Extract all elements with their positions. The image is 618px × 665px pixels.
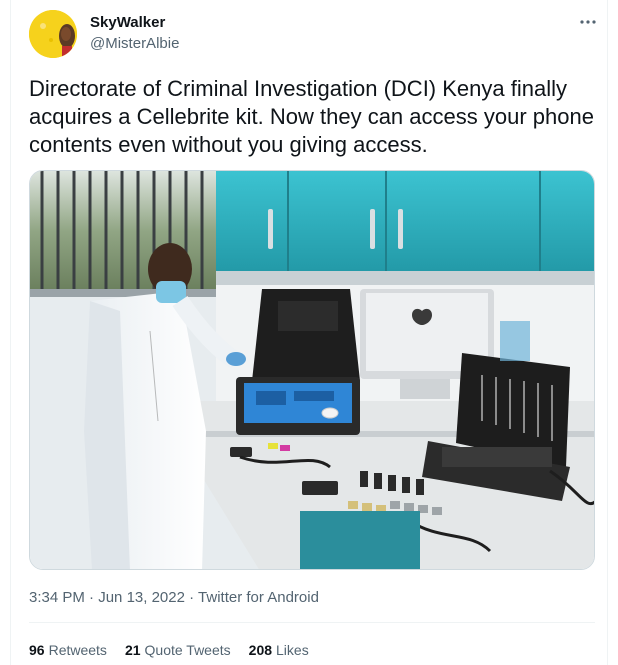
tweet-card: SkyWalker @MisterAlbie Directorate of Cr…: [10, 0, 608, 665]
retweets-stat[interactable]: 96 Retweets: [29, 642, 107, 658]
retweets-count: 96: [29, 642, 45, 658]
tweet-timestamp-line: 3:34 PM · Jun 13, 2022 · Twitter for And…: [29, 589, 319, 606]
avatar[interactable]: [29, 10, 77, 58]
likes-count: 208: [248, 642, 273, 658]
author-display-name[interactable]: SkyWalker: [90, 14, 165, 31]
tweet-source[interactable]: Twitter for Android: [198, 589, 319, 606]
more-horizontal-icon[interactable]: [577, 11, 599, 33]
tweet-time[interactable]: 3:34 PM: [29, 589, 85, 606]
author-handle[interactable]: @MisterAlbie: [90, 35, 179, 52]
tweet-photo[interactable]: [29, 170, 595, 570]
dot-separator: ·: [89, 589, 95, 606]
quote-tweets-label: Quote Tweets: [144, 642, 231, 658]
likes-label: Likes: [276, 642, 309, 658]
dot-separator: ·: [189, 589, 195, 606]
likes-stat[interactable]: 208 Likes: [249, 642, 309, 658]
tweet-text: Directorate of Criminal Investigation (D…: [29, 76, 594, 157]
divider: [29, 622, 595, 623]
engagement-stats: 96 Retweets 21 Quote Tweets 208 Likes: [29, 642, 327, 658]
tweet-date[interactable]: Jun 13, 2022: [98, 589, 185, 606]
quote-tweets-stat[interactable]: 21 Quote Tweets: [125, 642, 231, 658]
quote-tweets-count: 21: [124, 642, 141, 658]
retweets-label: Retweets: [48, 642, 107, 658]
